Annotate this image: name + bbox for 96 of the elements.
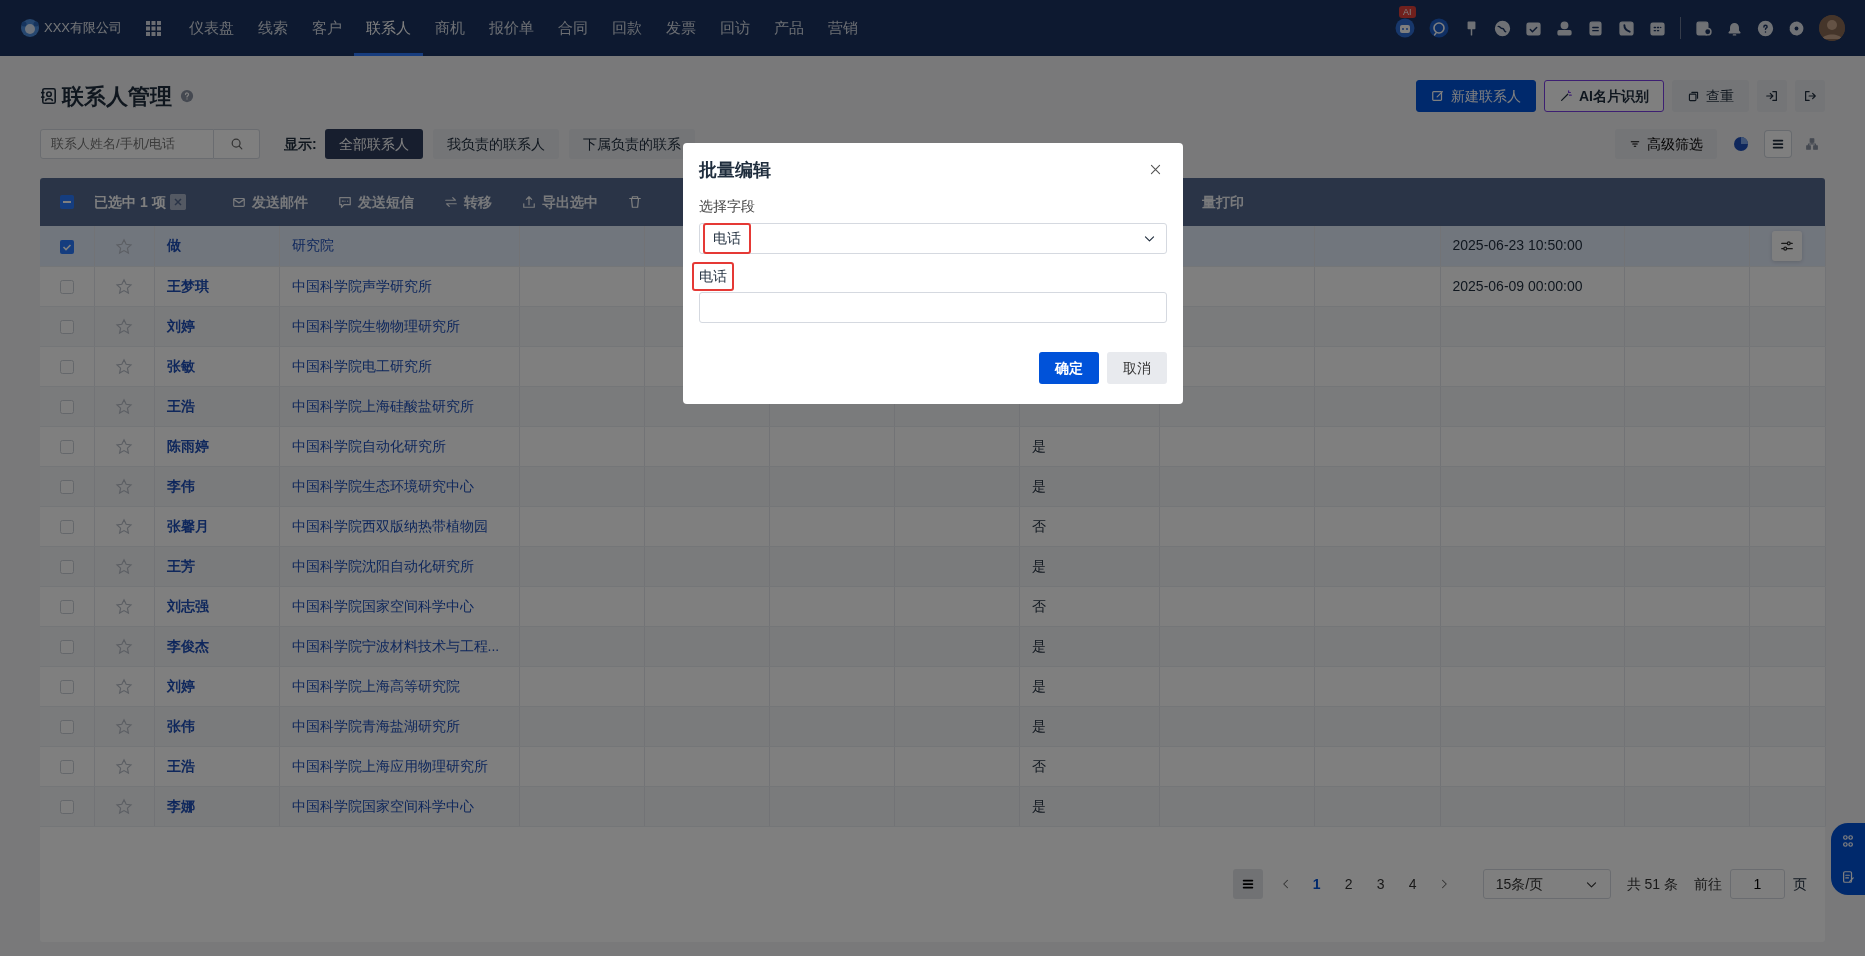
field-select[interactable]: 电话: [699, 223, 1167, 254]
contact-name-link[interactable]: 李伟: [166, 477, 195, 494]
page-number[interactable]: 1: [1300, 869, 1333, 899]
contact-name-link[interactable]: 刘婷: [166, 317, 195, 334]
page-size-select[interactable]: 15条/页: [1482, 869, 1611, 899]
table-cell: 是: [1031, 677, 1046, 694]
search-field[interactable]: 联系人姓名/手机/电话: [40, 129, 214, 159]
advanced-filter-button[interactable]: 高级筛选: [1615, 129, 1717, 159]
contact-name-link[interactable]: 做: [166, 237, 181, 254]
page-number[interactable]: 3: [1364, 869, 1397, 899]
table-row[interactable]: 陈雨婷 中国科学院自动化研究所 是: [40, 426, 1825, 466]
contact-name-link[interactable]: 王浩: [166, 397, 195, 414]
contact-name-link[interactable]: 李俊杰: [166, 637, 209, 654]
table-row[interactable]: 李娜 中国科学院国家空间科学中心 是: [40, 786, 1825, 826]
contact-name-link[interactable]: 张馨月: [166, 517, 209, 534]
contact-name-link[interactable]: 张敏: [166, 357, 195, 374]
company-link[interactable]: 研究院: [291, 237, 334, 254]
filter-tab[interactable]: 我负责的联系人: [432, 129, 559, 159]
company-link[interactable]: 中国科学院电工研究所: [291, 357, 432, 374]
total-count: 共 51 条: [1626, 874, 1678, 894]
company-link[interactable]: 中国科学院上海高等研究院: [291, 677, 460, 694]
table-row[interactable]: 王浩 中国科学院上海应用物理研究所 否: [40, 746, 1825, 786]
field-label: 选择字段: [699, 197, 756, 216]
contact-name-link[interactable]: 李娜: [166, 797, 195, 814]
nav-menu-item[interactable]: 报价单: [477, 0, 546, 56]
ai-badge: AI: [1399, 6, 1416, 18]
header-button[interactable]: AI名片识别: [1544, 80, 1664, 112]
company-link[interactable]: 中国科学院青海盐湖研究所: [291, 717, 460, 734]
table-row[interactable]: 刘志强 中国科学院国家空间科学中心 否: [40, 586, 1825, 626]
company-link[interactable]: 中国科学院国家空间科学中心: [291, 797, 474, 814]
batch-action[interactable]: 转移: [443, 191, 492, 213]
page-unit: 页: [1793, 874, 1807, 894]
company-link[interactable]: 中国科学院西双版纳热带植物园: [291, 517, 488, 534]
contact-name-link[interactable]: 陈雨婷: [166, 437, 209, 454]
confirm-button[interactable]: 确定: [1039, 352, 1099, 384]
nav-menu-item[interactable]: 仪表盘: [177, 0, 246, 56]
contact-name-link[interactable]: 刘婷: [166, 677, 195, 694]
selection-count: 已选中 1 项: [94, 192, 166, 212]
table-row[interactable]: 张伟 中国科学院青海盐湖研究所 是: [40, 706, 1825, 746]
nav-menu-item[interactable]: 联系人: [354, 0, 423, 56]
batch-action[interactable]: 量打印: [1201, 191, 1244, 213]
contact-name-link[interactable]: 张伟: [166, 717, 195, 734]
nav-menu-item[interactable]: 合同: [546, 0, 600, 56]
table-cell: 是: [1031, 477, 1046, 494]
company-link[interactable]: 中国科学院生物物理研究所: [291, 317, 460, 334]
dialog-title: 批量编辑: [699, 159, 771, 182]
table-cell: 否: [1031, 597, 1046, 614]
filter-tab[interactable]: 下属负责的联系: [568, 129, 695, 159]
table-cell: 2025-06-09 00:00:00: [1452, 277, 1583, 294]
contact-name-link[interactable]: 王梦琪: [166, 277, 209, 294]
table-row[interactable]: 李俊杰 中国科学院宁波材料技术与工程... 是: [40, 626, 1825, 666]
company-link[interactable]: 中国科学院上海应用物理研究所: [291, 757, 488, 774]
filter-label: 显示:: [284, 134, 317, 154]
nav-menu-item[interactable]: 商机: [423, 0, 477, 56]
table-cell: 是: [1031, 437, 1046, 454]
table-cell: 否: [1031, 517, 1046, 534]
filter-tab[interactable]: 全部联系人: [324, 129, 423, 159]
company-link[interactable]: 中国科学院自动化研究所: [291, 437, 446, 454]
company-link[interactable]: 中国科学院沈阳自动化研究所: [291, 557, 474, 574]
company-name: XXX有限公司: [44, 19, 122, 38]
header-button[interactable]: 新建联系人: [1416, 80, 1536, 112]
company-link[interactable]: 中国科学院宁波材料技术与工程...: [291, 637, 500, 654]
nav-menu-item[interactable]: 产品: [762, 0, 816, 56]
contact-name-link[interactable]: 刘志强: [166, 597, 209, 614]
nav-menu-item[interactable]: 营销: [816, 0, 870, 56]
page-number[interactable]: 4: [1396, 869, 1429, 899]
table-row[interactable]: 刘婷 中国科学院上海高等研究院 是: [40, 666, 1825, 706]
page-number[interactable]: 2: [1332, 869, 1365, 899]
batch-action[interactable]: 发送短信: [337, 191, 414, 213]
cancel-button[interactable]: 取消: [1107, 352, 1167, 384]
company-link[interactable]: 中国科学院国家空间科学中心: [291, 597, 474, 614]
table-cell: 是: [1031, 717, 1046, 734]
nav-menu-item[interactable]: 回款: [600, 0, 654, 56]
nav-menu-item[interactable]: 客户: [300, 0, 354, 56]
company-link[interactable]: 中国科学院上海硅酸盐研究所: [291, 397, 474, 414]
nav-menu-item[interactable]: 发票: [654, 0, 708, 56]
batch-action[interactable]: 发送邮件: [231, 191, 308, 213]
table-row[interactable]: 王芳 中国科学院沈阳自动化研究所 是: [40, 546, 1825, 586]
page-title: 联系人管理: [62, 82, 172, 111]
table-row[interactable]: 张馨月 中国科学院西双版纳热带植物园 否: [40, 506, 1825, 546]
header-button[interactable]: 查重: [1672, 80, 1749, 112]
table-cell: 否: [1031, 757, 1046, 774]
company-link[interactable]: 中国科学院生态环境研究中心: [291, 477, 474, 494]
batch-action[interactable]: 导出选中: [521, 191, 598, 213]
table-cell: 2025-06-23 10:50:00: [1452, 237, 1583, 254]
page-input[interactable]: 1: [1730, 869, 1785, 899]
table-cell: 是: [1031, 557, 1046, 574]
contact-name-link[interactable]: 王芳: [166, 557, 195, 574]
table-cell: 是: [1031, 637, 1046, 654]
company-link[interactable]: 中国科学院声学研究所: [291, 277, 432, 294]
table-row[interactable]: 李伟 中国科学院生态环境研究中心 是: [40, 466, 1825, 506]
goto-label: 前往: [1694, 874, 1722, 894]
contact-name-link[interactable]: 王浩: [166, 757, 195, 774]
table-cell: 是: [1031, 797, 1046, 814]
nav-menu-item[interactable]: 线索: [246, 0, 300, 56]
nav-menu-item[interactable]: 回访: [708, 0, 762, 56]
